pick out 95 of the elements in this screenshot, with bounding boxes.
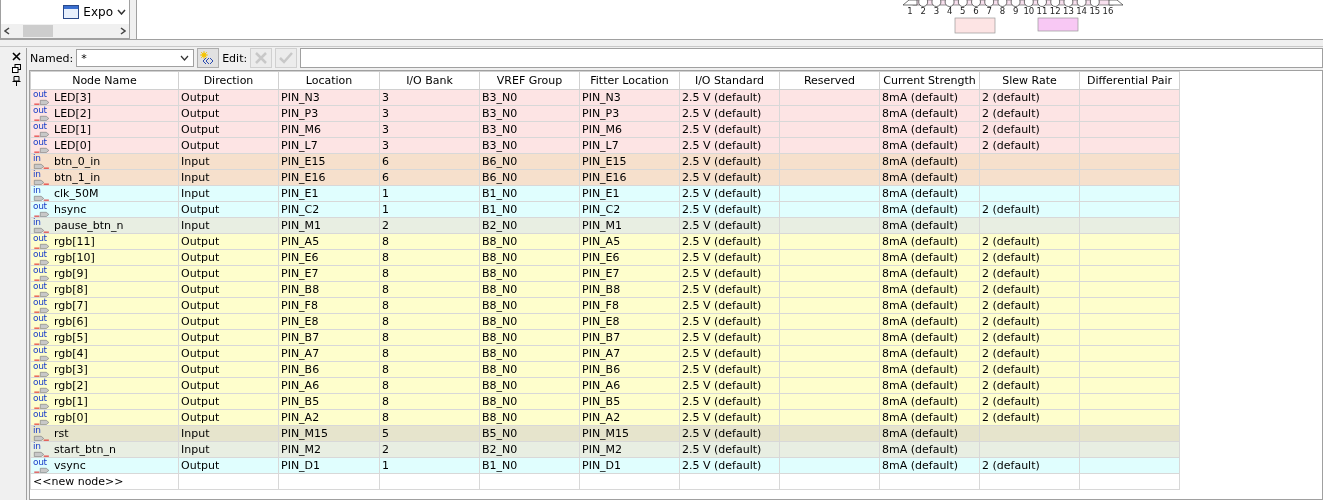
arrow-icon [33,355,51,361]
window-icon [63,5,80,19]
column-header[interactable]: Direction [178,71,279,90]
port-icon: out [33,106,51,121]
port-icon: out [33,394,51,409]
horizontal-scrollbar[interactable] [1,24,129,38]
pin-number: 7 [986,6,992,16]
port-icon: out [33,346,51,361]
port-icon: out [33,298,51,313]
column-header[interactable]: Location [278,71,380,90]
column-header[interactable]: Node Name [30,71,179,90]
port-icon: out [33,362,51,377]
arrow-icon [33,211,51,217]
port-icon: out [33,282,51,297]
chevron-left-icon[interactable] [4,27,10,35]
arrow-icon [33,179,51,185]
named-label: Named: [30,51,74,65]
port-icon: out [33,138,51,153]
arrow-icon [33,451,51,457]
arrow-icon [33,195,51,201]
port-icon: out [33,202,51,217]
port-icon: out [33,330,51,345]
float-window-icon[interactable] [11,64,21,73]
pin-number: 8 [999,6,1006,16]
port-icon: out [33,314,51,329]
arrow-icon [33,243,51,249]
pin-number: 1 [907,6,913,16]
arrow-icon [33,163,51,169]
pin-number: 3 [933,6,940,16]
arrow-icon [33,99,51,105]
new-node-cell[interactable]: <<new node>> [30,473,179,490]
column-header[interactable]: I/O Bank [379,71,480,90]
pin-number: 6 [973,6,979,16]
arrow-icon [33,115,51,121]
pin-number: 10 [1023,6,1035,16]
chevron-down-icon[interactable] [180,55,190,61]
column-header[interactable]: I/O Standard [679,71,780,90]
pin-number: 13 [1063,6,1074,16]
arrow-icon [33,227,51,233]
column-header[interactable]: Differential Pair [1079,71,1180,90]
port-icon: in [33,442,51,457]
pin-number: 5 [960,6,966,16]
cross-icon [254,51,269,65]
arrow-icon [33,307,51,313]
arrow-icon [33,291,51,297]
pin-number: 9 [1012,6,1019,16]
column-header[interactable]: Slew Rate [979,71,1080,90]
bank-label-box [954,17,996,34]
arrow-icon [33,275,51,281]
pin-number: 16 [1102,6,1114,16]
arrow-icon [33,323,51,329]
port-icon: in [33,426,51,441]
column-header[interactable]: VREF Group [479,71,580,90]
port-icon: out [33,90,51,105]
arrow-icon [33,259,51,265]
port-icon: out [33,250,51,265]
column-header[interactable]: Reserved [779,71,880,90]
arrow-icon [33,467,51,473]
named-dropdown[interactable]: * [76,49,195,67]
pin-number: 12 [1049,6,1061,16]
close-icon[interactable] [11,52,21,61]
port-icon: out [33,266,51,281]
edit-label: Edit: [222,51,248,65]
port-icon: in [33,154,51,169]
pin-number: 2 [920,6,926,16]
chevron-down-icon[interactable] [117,9,126,15]
pin-number: 14 [1076,6,1087,16]
port-icon: in [33,170,51,185]
pin-number: 4 [946,6,953,16]
arrow-icon [33,131,51,137]
port-icon: out [33,234,51,249]
column-header[interactable]: Fitter Location [579,71,680,90]
port-icon: out [33,410,51,425]
arrow-icon [33,147,51,153]
arrow-icon [33,435,51,441]
arrow-icon [33,371,51,377]
arrow-icon [33,419,51,425]
check-icon [279,51,294,65]
bank-label-box [1037,17,1079,32]
column-header[interactable]: Current Strength [879,71,980,90]
port-icon: in [33,218,51,233]
chevron-right-icon[interactable] [120,27,126,35]
edit-field[interactable] [300,48,1323,68]
arrow-icon [33,339,51,345]
port-icon: in [33,186,51,201]
port-icon: out [33,122,51,137]
arrow-icon [33,387,51,393]
port-icon: out [33,458,51,473]
arrow-icon [33,403,51,409]
explorer-item[interactable]: Expo [83,5,113,19]
pin-number: 15 [1089,6,1101,16]
port-icon: out [33,378,51,393]
pin-number: 11 [1036,6,1048,16]
filter-button[interactable] [197,48,220,68]
pin-icon[interactable] [11,76,21,86]
